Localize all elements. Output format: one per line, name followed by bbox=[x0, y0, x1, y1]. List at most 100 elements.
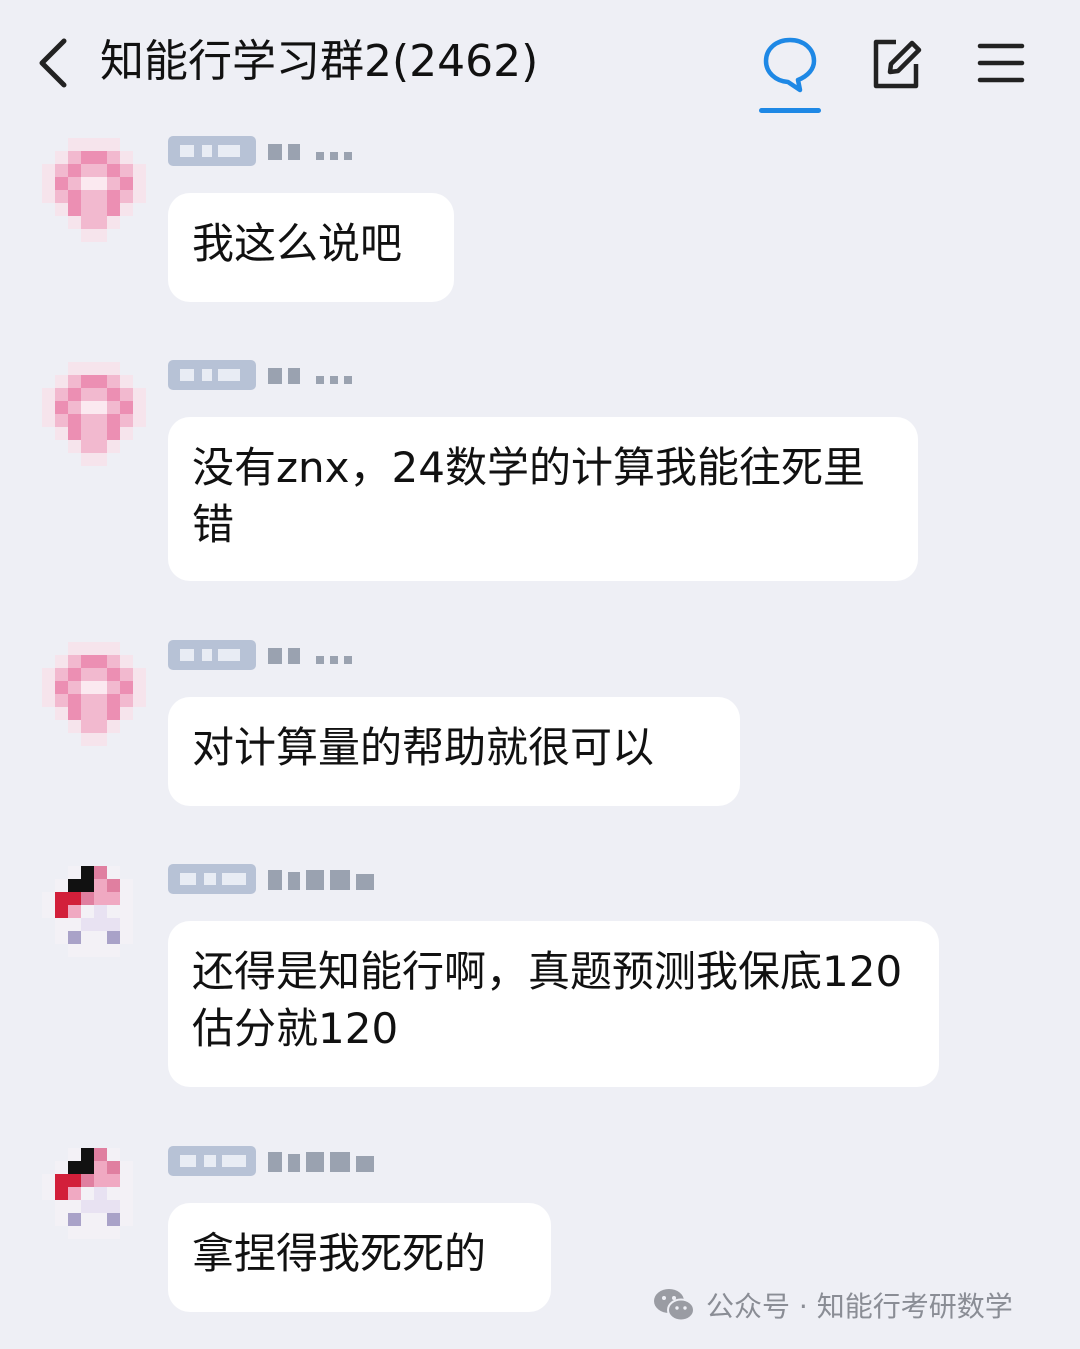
avatar-pixel bbox=[94, 944, 107, 957]
avatar-pixel bbox=[107, 944, 120, 957]
avatar-pixel bbox=[94, 1187, 107, 1200]
avatar-pixel bbox=[94, 681, 107, 694]
wechat-icon bbox=[654, 1289, 695, 1322]
avatar-pixel bbox=[120, 694, 133, 707]
avatar-pixel bbox=[120, 905, 133, 918]
member-badge bbox=[168, 136, 256, 166]
avatar-pixel bbox=[120, 190, 133, 203]
avatar-pixel bbox=[81, 918, 94, 931]
avatar-pixel bbox=[68, 1148, 81, 1161]
avatar-pixel bbox=[42, 681, 55, 694]
avatar-pixel bbox=[133, 164, 146, 177]
avatar-pixel bbox=[81, 944, 94, 957]
avatar-pixel bbox=[55, 892, 68, 905]
avatar[interactable] bbox=[42, 138, 146, 242]
avatar-pixel bbox=[94, 177, 107, 190]
sender-name bbox=[268, 870, 398, 890]
avatar-pixel bbox=[120, 668, 133, 681]
avatar-pixel bbox=[94, 1161, 107, 1174]
message-bubble[interactable]: 拿捏得我死死的 bbox=[168, 1203, 551, 1312]
avatar-pixel bbox=[120, 1213, 133, 1226]
avatar-pixel bbox=[42, 905, 55, 918]
sender-name bbox=[268, 366, 360, 386]
chat-tab-button[interactable] bbox=[760, 34, 820, 94]
message-bubble[interactable]: 我这么说吧 bbox=[168, 193, 454, 302]
avatar-pixel bbox=[55, 1187, 68, 1200]
avatar-pixel bbox=[94, 388, 107, 401]
avatar-pixel bbox=[68, 375, 81, 388]
avatar[interactable] bbox=[42, 866, 146, 970]
member-badge bbox=[168, 640, 256, 670]
avatar-pixel bbox=[55, 375, 68, 388]
avatar-pixel bbox=[94, 733, 107, 746]
avatar-pixel bbox=[42, 668, 55, 681]
avatar-pixel bbox=[55, 203, 68, 216]
avatar-pixel bbox=[120, 401, 133, 414]
avatar-pixel bbox=[68, 164, 81, 177]
message-bubble[interactable]: 对计算量的帮助就很可以 bbox=[168, 697, 740, 806]
avatar-pixel bbox=[120, 414, 133, 427]
sender-name bbox=[268, 1152, 398, 1172]
avatar-pixel bbox=[68, 1200, 81, 1213]
avatar[interactable] bbox=[42, 362, 146, 466]
avatar-pixel bbox=[81, 892, 94, 905]
avatar-pixel bbox=[81, 1174, 94, 1187]
avatar-pixel bbox=[81, 1161, 94, 1174]
avatar-pixel bbox=[120, 918, 133, 931]
avatar-pixel bbox=[107, 1174, 120, 1187]
avatar-pixel bbox=[120, 681, 133, 694]
avatar-pixel bbox=[107, 203, 120, 216]
avatar-pixel bbox=[107, 879, 120, 892]
avatar-pixel bbox=[68, 694, 81, 707]
chevron-left-icon bbox=[39, 38, 67, 88]
avatar-pixel bbox=[120, 203, 133, 216]
avatar-pixel bbox=[120, 879, 133, 892]
avatar-pixel bbox=[81, 388, 94, 401]
menu-button[interactable] bbox=[972, 34, 1032, 94]
avatar-pixel bbox=[55, 707, 68, 720]
avatar-pixel bbox=[68, 1187, 81, 1200]
avatar-pixel bbox=[107, 655, 120, 668]
avatar-pixel bbox=[107, 388, 120, 401]
watermark: 公众号 · 知能行考研数学 bbox=[652, 1284, 1013, 1326]
avatar-pixel bbox=[133, 190, 146, 203]
avatar[interactable] bbox=[42, 642, 146, 746]
watermark-text: 公众号 · 知能行考研数学 bbox=[706, 1290, 1013, 1323]
avatar-pixel bbox=[94, 879, 107, 892]
avatar-pixel bbox=[94, 414, 107, 427]
avatar-pixel bbox=[133, 401, 146, 414]
member-badge bbox=[168, 1146, 256, 1176]
avatar-pixel bbox=[94, 720, 107, 733]
avatar-pixel bbox=[68, 440, 81, 453]
avatar-pixel bbox=[81, 655, 94, 668]
avatar-pixel bbox=[107, 681, 120, 694]
avatar-pixel bbox=[68, 362, 81, 375]
avatar-pixel bbox=[107, 216, 120, 229]
avatar-pixel bbox=[120, 1187, 133, 1200]
avatar-pixel bbox=[94, 931, 107, 944]
avatar-pixel bbox=[55, 681, 68, 694]
avatar-pixel bbox=[68, 892, 81, 905]
avatar-pixel bbox=[94, 918, 107, 931]
avatar-pixel bbox=[94, 151, 107, 164]
avatar-pixel bbox=[107, 892, 120, 905]
avatar-pixel bbox=[68, 151, 81, 164]
avatar-pixel bbox=[55, 414, 68, 427]
message-bubble[interactable]: 没有znx，24数学的计算我能往死里错 bbox=[168, 417, 918, 581]
avatar-pixel bbox=[55, 1213, 68, 1226]
sender-name bbox=[268, 142, 360, 162]
avatar-pixel bbox=[94, 1200, 107, 1213]
avatar-pixel bbox=[94, 1213, 107, 1226]
avatar-pixel bbox=[107, 375, 120, 388]
avatar-pixel bbox=[133, 177, 146, 190]
edit-button[interactable] bbox=[866, 34, 926, 94]
chat-header: 知能行学习群2(2462) bbox=[0, 0, 1080, 125]
avatar-pixel bbox=[120, 655, 133, 668]
avatar-pixel bbox=[81, 681, 94, 694]
avatar-pixel bbox=[107, 177, 120, 190]
back-button[interactable] bbox=[34, 36, 74, 90]
avatar-pixel bbox=[81, 720, 94, 733]
message-bubble[interactable]: 还得是知能行啊，真题预测我保底120估分就120 bbox=[168, 921, 939, 1087]
avatar[interactable] bbox=[42, 1148, 146, 1252]
hamburger-menu-icon bbox=[977, 43, 1025, 83]
